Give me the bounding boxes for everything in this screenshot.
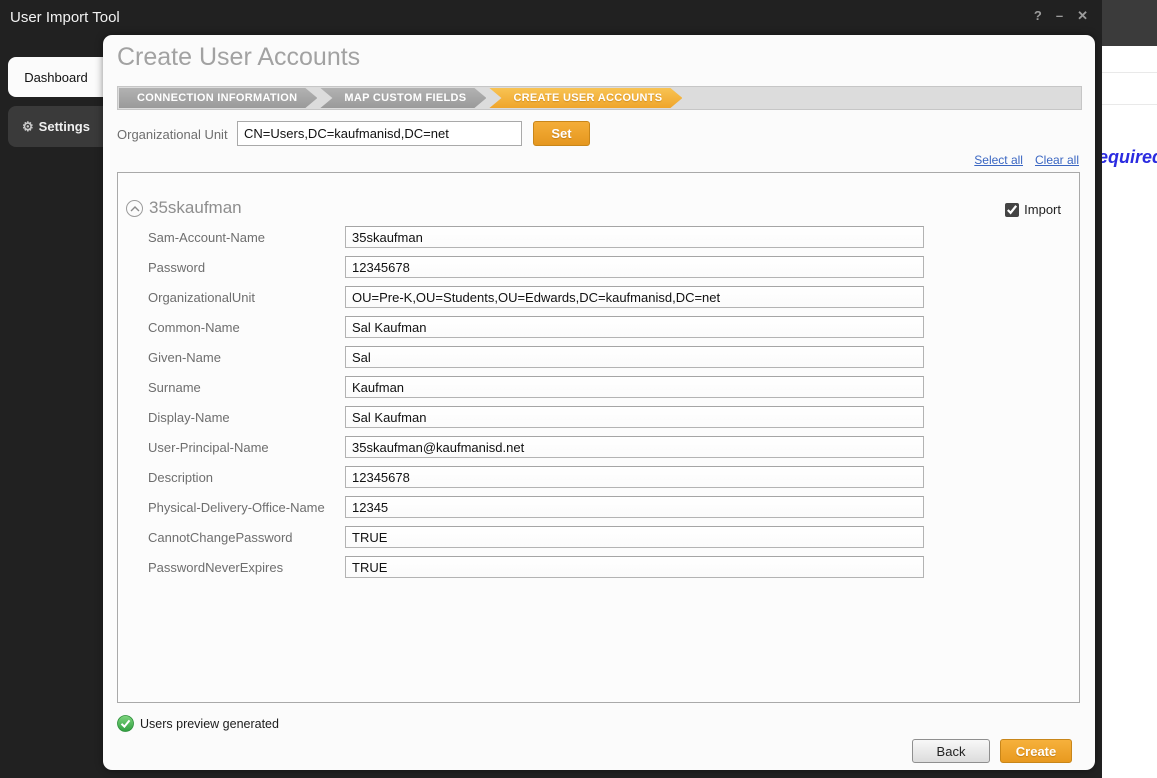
field-row: CannotChangePassword (148, 526, 924, 548)
field-input[interactable] (345, 286, 924, 308)
sidebar-item-label: Dashboard (24, 69, 88, 85)
user-section-title: 35skaufman (149, 198, 242, 217)
sidebar-item-dashboard[interactable]: Dashboard (8, 57, 104, 97)
field-row: Display-Name (148, 406, 924, 428)
field-label: OrganizationalUnit (148, 289, 255, 305)
step-map-custom-fields[interactable]: MAP CUSTOM FIELDS (320, 88, 486, 108)
import-checkbox-wrap[interactable]: Import (1005, 202, 1061, 217)
organizational-unit-input[interactable] (237, 121, 522, 146)
step-create-user-accounts[interactable]: CREATE USER ACCOUNTS (489, 88, 682, 108)
field-row: Common-Name (148, 316, 924, 338)
step-connection-information[interactable]: CONNECTION INFORMATION (119, 88, 317, 108)
close-icon[interactable]: ✕ (1077, 8, 1088, 24)
field-label: Physical-Delivery-Office-Name (148, 499, 325, 515)
field-row: Physical-Delivery-Office-Name (148, 496, 924, 518)
create-user-accounts-dialog: Create User Accounts CONNECTION INFORMAT… (103, 35, 1095, 770)
sidebar-item-settings[interactable]: ⚙ Settings (8, 106, 104, 147)
fields-list: Sam-Account-Name Password Organizational… (148, 226, 924, 586)
field-input[interactable] (345, 316, 924, 338)
window-title: User Import Tool (10, 9, 120, 26)
create-button[interactable]: Create (1000, 739, 1072, 763)
field-row: Sam-Account-Name (148, 226, 924, 248)
background-required-text: equired (1098, 147, 1157, 167)
import-checkbox[interactable] (1005, 202, 1020, 217)
field-label: Display-Name (148, 409, 230, 425)
field-input[interactable] (345, 466, 924, 488)
collapse-icon[interactable] (126, 200, 143, 217)
divider (1102, 104, 1157, 105)
field-row: Password (148, 256, 924, 278)
field-input[interactable] (345, 556, 924, 578)
select-all-link[interactable]: Select all (974, 153, 1023, 167)
field-input[interactable] (345, 526, 924, 548)
field-input[interactable] (345, 406, 924, 428)
field-label: Common-Name (148, 319, 240, 335)
help-icon[interactable]: ? (1034, 8, 1042, 24)
import-label: Import (1024, 202, 1061, 217)
selection-links: Select all Clear all (974, 153, 1079, 167)
field-label: PasswordNeverExpires (148, 559, 284, 575)
background-window: equired (1098, 0, 1157, 778)
clear-all-link[interactable]: Clear all (1035, 153, 1079, 167)
page-title: Create User Accounts (117, 43, 361, 71)
gear-icon: ⚙ (22, 119, 34, 134)
field-label: Given-Name (148, 349, 221, 365)
divider (1102, 72, 1157, 73)
status-text: Users preview generated (140, 716, 279, 731)
set-button[interactable]: Set (533, 121, 590, 146)
chevron-up-icon (130, 205, 139, 211)
field-label: User-Principal-Name (148, 439, 269, 455)
field-input[interactable] (345, 496, 924, 518)
field-row: Given-Name (148, 346, 924, 368)
field-label: CannotChangePassword (148, 529, 293, 545)
field-input[interactable] (345, 436, 924, 458)
app-window: User Import Tool ? – ✕ Dashboard ⚙ Setti… (0, 0, 1102, 778)
sidebar-item-label: Settings (38, 119, 90, 134)
field-label: Description (148, 469, 214, 485)
field-input[interactable] (345, 346, 924, 368)
field-input[interactable] (345, 376, 924, 398)
background-window-header (1102, 0, 1157, 46)
organizational-unit-label: Organizational Unit (117, 127, 228, 142)
field-label: Sam-Account-Name (148, 229, 266, 245)
field-row: Description (148, 466, 924, 488)
success-icon (117, 715, 134, 732)
field-input[interactable] (345, 256, 924, 278)
field-row: OrganizationalUnit (148, 286, 924, 308)
field-row: Surname (148, 376, 924, 398)
users-panel: 35skaufman Import Sam-Account-Name Passw… (117, 172, 1080, 703)
window-controls: ? – ✕ (1034, 8, 1088, 24)
wizard-steps: CONNECTION INFORMATION MAP CUSTOM FIELDS… (117, 86, 1082, 110)
status-row: Users preview generated (117, 715, 279, 732)
field-input[interactable] (345, 226, 924, 248)
field-label: Surname (148, 379, 201, 395)
field-row: User-Principal-Name (148, 436, 924, 458)
minimize-icon[interactable]: – (1056, 8, 1063, 24)
field-row: PasswordNeverExpires (148, 556, 924, 578)
back-button[interactable]: Back (912, 739, 990, 763)
field-label: Password (148, 259, 206, 275)
